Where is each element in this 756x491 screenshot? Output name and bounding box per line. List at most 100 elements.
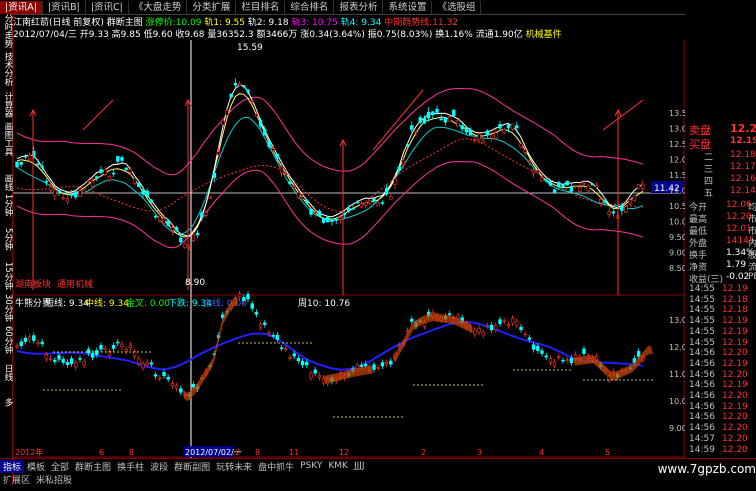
wave-ribbon	[393, 313, 473, 363]
rise-label: 涨停价:	[145, 18, 176, 27]
sub-candle-body	[292, 353, 296, 357]
sub-candle-body	[27, 336, 32, 341]
candle-body	[405, 144, 410, 146]
left-tab-10[interactable]: 日线	[0, 364, 13, 381]
candle-body	[288, 181, 292, 185]
candle-body	[305, 199, 309, 204]
tick-time: 14:57	[689, 433, 715, 444]
menu-item-4[interactable]: 分类扩展	[187, 0, 237, 14]
indicator-tab-6[interactable]: 群断副图	[171, 460, 213, 473]
main-y-tick: 11.00	[669, 187, 685, 196]
candle-body	[300, 196, 305, 200]
candle-body	[380, 202, 385, 204]
candle-body	[628, 199, 632, 204]
candle-body	[78, 190, 82, 197]
rise-value: 10.09	[175, 18, 202, 27]
candle-body	[447, 116, 452, 122]
menu-item-1[interactable]: |资讯B|	[43, 0, 86, 14]
left-tab-0[interactable]: 分时走势	[0, 14, 13, 48]
candle-body	[489, 134, 494, 139]
sub-candle-body	[48, 358, 53, 360]
candle-body	[275, 153, 280, 159]
indicator-tab-11[interactable]: JJJJ	[351, 461, 368, 471]
sub-y-tick: 11.00	[669, 370, 685, 379]
menu-item-9[interactable]: 《选股组	[432, 0, 482, 14]
tick-price: 12.18	[722, 305, 748, 316]
indicator-tab-10[interactable]: KMK	[325, 461, 351, 471]
menu-item-2[interactable]: |资讯C|	[86, 0, 129, 14]
bottom-ext-1[interactable]: 米私招股	[33, 473, 75, 486]
daily-quote-text: 2012/07/04/三 开9.33 高9.85 低9.60 收9.68 量36…	[13, 30, 523, 39]
level-label: 五	[704, 189, 714, 199]
left-tab-4[interactable]: 画线	[0, 174, 13, 191]
main-y-tick: 9.00	[669, 249, 685, 258]
indicator-tab-3[interactable]: 群断主图	[72, 460, 114, 473]
left-tab-5[interactable]: 1分钟	[0, 194, 13, 216]
left-tab-11[interactable]: 多	[0, 398, 13, 407]
indicator-tab-1[interactable]: 模板	[24, 460, 48, 473]
sub-candle-body	[502, 320, 506, 322]
candle-body	[536, 170, 540, 173]
candle-body	[267, 141, 271, 147]
sub-candle-body	[363, 363, 368, 367]
candle-body	[99, 169, 103, 174]
left-tab-1[interactable]: 技术分析	[0, 52, 13, 86]
candle-body	[53, 189, 57, 197]
sub-candle-body	[90, 352, 95, 358]
candle-body	[368, 200, 372, 204]
tick-time: 14:55	[689, 337, 715, 348]
indicator-tab-4[interactable]: 换手柱	[114, 460, 147, 473]
indicator-tab-5[interactable]: 波段	[147, 460, 171, 473]
candle-body	[195, 232, 200, 236]
candle-body	[208, 196, 212, 199]
candle-body	[200, 212, 204, 218]
candle-body	[599, 198, 603, 204]
candle-body	[641, 183, 645, 189]
candle-body	[166, 220, 170, 226]
main-y-tick: 9.50	[669, 233, 685, 242]
candle-body	[393, 178, 397, 185]
x-axis-label: 4	[539, 448, 544, 457]
buy-level-row: 四 12.16	[686, 174, 756, 187]
kline-chart[interactable]: 11.4213.5013.0012.5012.0011.5011.0010.50…	[13, 40, 685, 458]
sub-week: 周10: 10.76	[298, 298, 350, 309]
menu-item-0[interactable]: |资讯A|	[0, 0, 43, 14]
candle-body	[204, 212, 208, 216]
candle-body	[246, 89, 250, 93]
menu-item-8[interactable]: 系统设置	[383, 0, 433, 14]
indicator-tab-2[interactable]: 全部	[48, 460, 72, 473]
left-tab-7[interactable]: 15分钟	[0, 262, 13, 290]
menu-item-3[interactable]: 《大盘走势	[129, 0, 188, 14]
indicator-tab-7[interactable]: 玩转未来	[213, 460, 255, 473]
indicator-tab-8[interactable]: 盘中抓牛	[255, 460, 297, 473]
indicator-tab-0[interactable]: 指标	[0, 459, 25, 473]
left-tab-2[interactable]: 计算器	[0, 92, 13, 118]
left-tab-3[interactable]: 画图工具	[0, 122, 13, 156]
sub-candle-body	[74, 362, 78, 368]
left-tab-8[interactable]: 30分钟	[0, 294, 13, 322]
bottom-ext-0[interactable]: 扩展区	[0, 473, 33, 486]
tick-time: 14:55	[689, 294, 715, 305]
left-tab-9[interactable]: 60分钟	[0, 326, 13, 354]
menu-item-5[interactable]: 栏目排名	[236, 0, 286, 14]
sub-candle-body	[116, 341, 120, 344]
x-axis-label: 6	[99, 448, 104, 457]
candle-body	[523, 149, 527, 153]
sub-candle-body	[565, 359, 569, 362]
menu-item-6[interactable]: 综合排名	[285, 0, 335, 14]
candle-body	[254, 113, 259, 117]
candle-body	[120, 157, 124, 161]
watermark-text: www.7gpzb.com	[657, 462, 756, 476]
sector-name: 机械基件	[525, 30, 562, 39]
buy-row: 买盘 12.19	[686, 136, 756, 151]
main-y-tick: 10.50	[669, 202, 685, 211]
candle-body	[69, 194, 74, 196]
indicator-tab-9[interactable]: PSKY	[297, 461, 325, 471]
left-tab-6[interactable]: 5分钟	[0, 228, 13, 250]
tick-time: 14:56	[689, 369, 715, 380]
candle-body	[111, 172, 116, 175]
main-chart-name[interactable]: 群断主图	[107, 18, 143, 27]
peak-label: 15.59	[237, 43, 263, 53]
candle-body	[15, 161, 19, 168]
menu-item-7[interactable]: 报表分析	[334, 0, 384, 14]
